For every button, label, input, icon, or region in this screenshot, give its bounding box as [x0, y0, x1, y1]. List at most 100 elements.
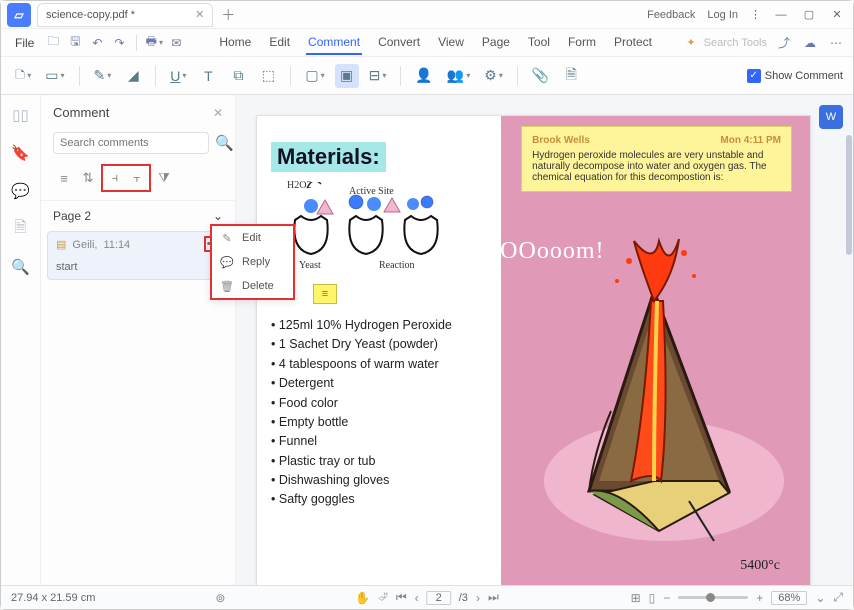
maximize-icon[interactable]: ▢	[801, 7, 817, 23]
volcano-illustration	[519, 231, 797, 551]
undo-icon[interactable]: ↶	[88, 34, 106, 52]
ctx-edit[interactable]: ✎ Edit	[212, 226, 293, 250]
expand-all-icon[interactable]: ⫞	[104, 167, 126, 189]
callout-tool[interactable]: ⬚	[256, 64, 280, 88]
list-item: Plastic tray or tub	[271, 452, 487, 471]
user-tool[interactable]: 👤	[411, 64, 436, 88]
comments-icon[interactable]: 💬	[11, 181, 31, 201]
tab-edit[interactable]: Edit	[267, 31, 292, 55]
tab-protect[interactable]: Protect	[612, 31, 654, 55]
list-icon[interactable]: ≡	[53, 167, 75, 189]
tab-convert[interactable]: Convert	[376, 31, 422, 55]
list-item: 4 tablespoons of warm water	[271, 355, 487, 374]
comment-time: 11:14	[103, 239, 130, 251]
attachments-icon[interactable]: 🗎	[11, 219, 31, 239]
more-icon[interactable]: ⋯	[827, 34, 845, 52]
add-tab-button[interactable]: ＋	[221, 5, 235, 25]
collapse-all-icon[interactable]: ⫟	[126, 167, 148, 189]
zoom-out-icon[interactable]: −	[663, 591, 670, 605]
login-link[interactable]: Log In	[707, 9, 738, 21]
comment-body: start	[56, 261, 220, 273]
textbox-tool[interactable]: ⧉	[226, 64, 250, 88]
first-page-icon[interactable]: ⏮	[396, 590, 407, 605]
document-tab[interactable]: science-copy.pdf * ✕	[37, 3, 213, 27]
users-tool[interactable]: 👥▾	[443, 64, 474, 88]
pencil-tool[interactable]: ✎▾	[90, 64, 116, 88]
panel-close-icon[interactable]: ✕	[213, 106, 223, 120]
scrollbar[interactable]	[843, 95, 853, 585]
hand-tool-icon[interactable]: ✋	[355, 591, 370, 605]
statusbar: 27.94 x 21.59 cm ⊚ ✋ ⮰ ⏮ ‹ 2 /3 › ⏭ ⊞ ▯ …	[1, 585, 853, 609]
tab-page[interactable]: Page	[480, 31, 512, 55]
tab-view[interactable]: View	[436, 31, 466, 55]
sort-icon[interactable]: ⇅	[77, 167, 99, 189]
file-tool[interactable]: 🗎	[559, 64, 583, 88]
total-pages: /3	[459, 592, 468, 604]
comment-panel: Comment ✕ 🔍 ≡ ⇅ ⫞ ⫟ ⧩ Page 2 ⌄	[41, 95, 236, 585]
chevron-down-icon[interactable]: ⌄	[815, 591, 825, 605]
zoom-in-icon[interactable]: +	[756, 591, 763, 605]
text-tool[interactable]: T	[196, 64, 220, 88]
tab-comment[interactable]: Comment	[306, 31, 362, 55]
current-page[interactable]: 2	[427, 591, 451, 605]
tab-home[interactable]: Home	[217, 31, 253, 55]
open-icon[interactable]: 🗀	[44, 34, 62, 52]
stamp-tool[interactable]: ▣	[335, 64, 359, 88]
comment-author: Geili,	[72, 239, 97, 251]
zoom-slider[interactable]	[678, 596, 748, 599]
save-icon[interactable]: 🖫	[66, 34, 84, 52]
attach-tool[interactable]: 📎	[528, 64, 553, 88]
show-comment-toggle[interactable]: ✓ Show Comment	[747, 69, 843, 83]
panel-title: Comment	[53, 105, 109, 120]
next-page-icon[interactable]: ›	[476, 591, 480, 605]
print-icon[interactable]: 🖶▾	[145, 34, 163, 52]
expand-collapse-group: ⫞ ⫟	[101, 164, 151, 192]
zoom-value[interactable]: 68%	[771, 591, 807, 605]
page-group-header[interactable]: Page 2 ⌄	[41, 200, 235, 231]
layout-icon[interactable]: ⊞	[631, 591, 641, 605]
note-tool[interactable]: 🗅▾	[11, 64, 35, 88]
select-tool-icon[interactable]: ⮰	[378, 590, 388, 605]
show-comment-label: Show Comment	[765, 70, 843, 82]
close-icon[interactable]: ✕	[195, 8, 204, 21]
close-window-icon[interactable]: ✕	[829, 7, 845, 23]
star-icon[interactable]: ✦	[686, 36, 695, 49]
bookmark-icon[interactable]: 🔖	[11, 143, 31, 163]
ctx-reply[interactable]: 💬 Reply	[212, 250, 293, 274]
tab-form[interactable]: Form	[566, 31, 598, 55]
thumbnails-icon[interactable]: ▯▯	[11, 105, 31, 125]
sticky-note[interactable]: Brook Wells Mon 4:11 PM Hydrogen peroxid…	[521, 126, 792, 192]
file-menu[interactable]: File	[9, 34, 40, 52]
feedback-link[interactable]: Feedback	[647, 9, 695, 21]
compass-icon[interactable]: ⊚	[215, 591, 225, 605]
eraser-tool[interactable]: ◢	[121, 64, 145, 88]
filter-icon[interactable]: ⧩	[153, 167, 175, 189]
ctx-delete[interactable]: 🗑 Delete	[212, 274, 293, 298]
search-tools-input[interactable]: Search Tools	[704, 37, 767, 49]
search-icon[interactable]: 🔍	[11, 257, 31, 277]
comment-item[interactable]: ▤ Geili, 11:14 ••• start	[47, 231, 229, 280]
email-icon[interactable]: ✉	[167, 34, 185, 52]
highlight-tool[interactable]: ▭▾	[41, 64, 68, 88]
underline-tool[interactable]: U▾	[166, 64, 190, 88]
tab-tool[interactable]: Tool	[526, 31, 552, 55]
list-item: Detergent	[271, 374, 487, 393]
share-icon[interactable]: ⤴	[775, 34, 793, 52]
search-icon[interactable]: 🔍	[215, 133, 234, 153]
manage-tool[interactable]: ⚙▾	[480, 64, 507, 88]
comment-search-input[interactable]	[53, 132, 209, 154]
redo-icon[interactable]: ↷	[110, 34, 128, 52]
shape-tool[interactable]: ▢▾	[301, 64, 328, 88]
measure-tool[interactable]: ⊟▾	[365, 64, 391, 88]
fullscreen-icon[interactable]: ⤢	[833, 590, 843, 605]
word-export-icon[interactable]: W	[819, 105, 843, 129]
prev-page-icon[interactable]: ‹	[415, 591, 419, 605]
cloud-icon[interactable]: ☁	[801, 34, 819, 52]
single-page-icon[interactable]: ▯	[649, 591, 656, 605]
sticky-note-marker[interactable]: ≡	[313, 284, 337, 304]
kebab-icon[interactable]: ⋮	[750, 8, 761, 21]
minimize-icon[interactable]: —	[773, 7, 789, 23]
list-item: Funnel	[271, 432, 487, 451]
last-page-icon[interactable]: ⏭	[488, 590, 499, 605]
document-viewport[interactable]: W Materials: H2O2 Active Site Yeast Reac…	[236, 95, 853, 585]
